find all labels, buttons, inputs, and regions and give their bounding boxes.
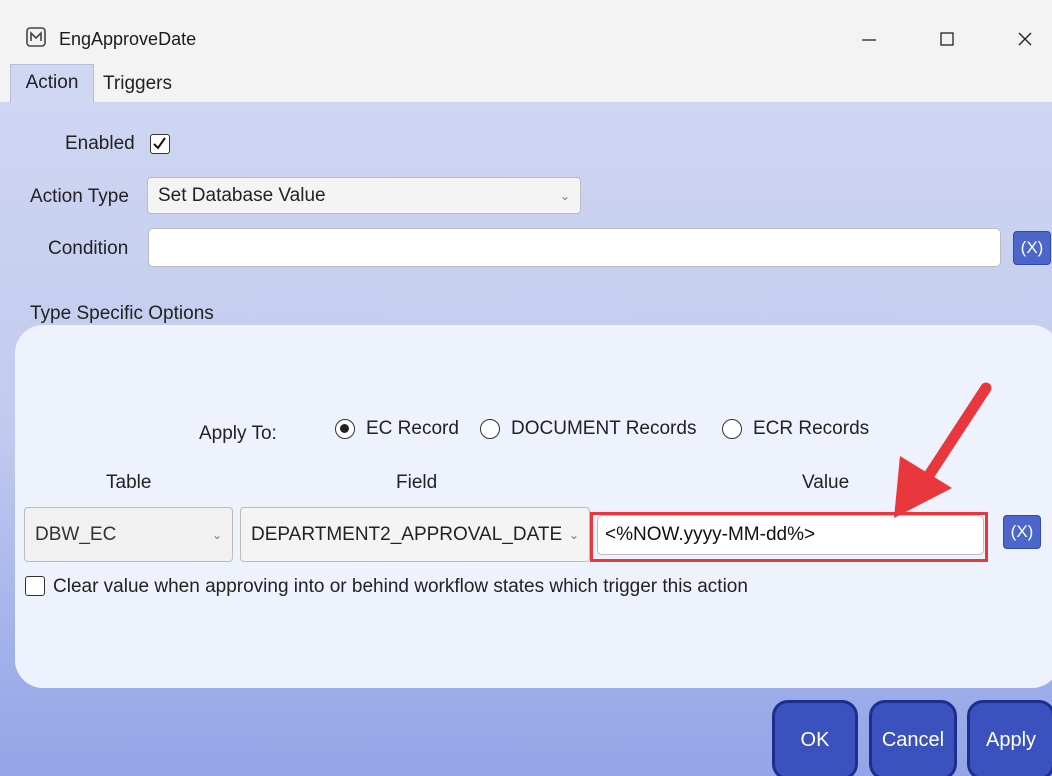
- value-expression-button[interactable]: (X): [1003, 515, 1041, 549]
- radio-document-records[interactable]: [480, 419, 500, 439]
- field-value: DEPARTMENT2_APPROVAL_DATE: [251, 523, 563, 545]
- column-header-table: Table: [106, 472, 152, 493]
- apply-to-label: Apply To:: [199, 423, 277, 444]
- close-icon: [1018, 32, 1032, 46]
- radio-ec-record[interactable]: [335, 419, 355, 439]
- window-title: EngApproveDate: [59, 29, 197, 49]
- tab-action[interactable]: Action: [10, 64, 94, 103]
- chevron-down-icon: ⌄: [568, 527, 579, 542]
- clear-value-checkbox[interactable]: [25, 576, 45, 596]
- table-select[interactable]: DBW_EC ⌄: [24, 507, 233, 562]
- table-value: DBW_EC: [35, 523, 117, 545]
- condition-input[interactable]: [148, 228, 1001, 267]
- minimize-icon: [862, 39, 876, 41]
- column-header-field: Field: [396, 472, 438, 493]
- chevron-down-icon: ⌄: [559, 188, 570, 203]
- action-type-label: Action Type: [30, 186, 129, 207]
- maximize-icon: [940, 32, 954, 46]
- red-arrow-icon: [894, 382, 992, 518]
- clear-value-label[interactable]: Clear value when approving into or behin…: [53, 576, 748, 598]
- radio-ec-record-label[interactable]: EC Record: [366, 418, 459, 440]
- condition-expression-button[interactable]: (X): [1013, 231, 1051, 265]
- enabled-label: Enabled: [65, 133, 135, 154]
- minimize-button[interactable]: [846, 22, 892, 56]
- action-type-select[interactable]: Set Database Value ⌄: [147, 177, 581, 214]
- checkmark-icon: [153, 137, 166, 150]
- radio-document-records-label[interactable]: DOCUMENT Records: [511, 418, 696, 440]
- tab-triggers[interactable]: Triggers: [103, 66, 172, 102]
- maximize-button[interactable]: [924, 22, 970, 56]
- apply-button[interactable]: Apply: [967, 700, 1052, 776]
- action-type-value: Set Database Value: [158, 184, 326, 206]
- chevron-down-icon: ⌄: [211, 527, 222, 542]
- condition-label: Condition: [48, 238, 129, 259]
- field-select[interactable]: DEPARTMENT2_APPROVAL_DATE ⌄: [240, 507, 590, 562]
- app-icon: [26, 27, 46, 47]
- enabled-checkbox[interactable]: [150, 134, 170, 154]
- cancel-button[interactable]: Cancel: [869, 700, 957, 776]
- type-specific-options-label: Type Specific Options: [30, 303, 214, 324]
- ok-button[interactable]: OK: [772, 700, 858, 776]
- dialog-window: EngApproveDate Action Triggers Enabled A…: [0, 0, 1052, 776]
- radio-ecr-records-label[interactable]: ECR Records: [753, 418, 869, 440]
- radio-ecr-records[interactable]: [722, 419, 742, 439]
- column-header-value: Value: [802, 472, 850, 493]
- close-button[interactable]: [1002, 22, 1048, 56]
